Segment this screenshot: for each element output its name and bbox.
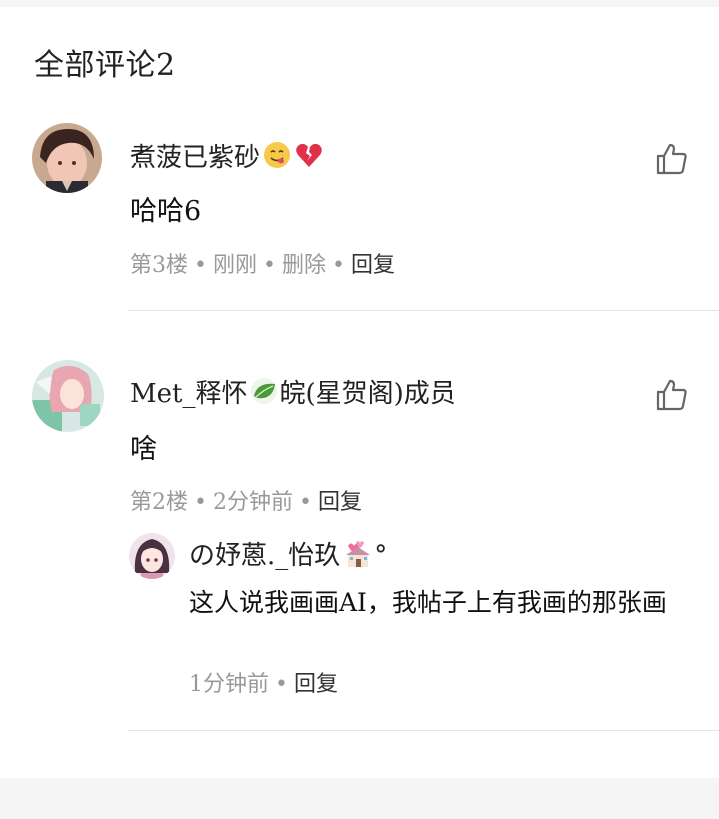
comment-divider <box>128 310 719 311</box>
dot-separator: • <box>263 253 276 278</box>
dot-separator: • <box>194 253 207 278</box>
avatar[interactable] <box>32 360 104 432</box>
leaf-emoji-icon <box>249 376 279 416</box>
comment-divider <box>128 730 719 731</box>
sub-reply-username[interactable]: の妤蒽._怡玖 ° <box>189 538 387 578</box>
time-label: 2分钟前 <box>212 490 293 515</box>
comment-content: 哈哈6 <box>130 196 202 227</box>
comment-meta: 第2楼 • 2分钟前 • 回复 <box>130 488 362 518</box>
dot-separator: • <box>298 490 312 515</box>
time-label: 刚刚 <box>212 253 257 278</box>
floor-label: 第2楼 <box>130 490 188 515</box>
yum-face-emoji-icon <box>262 140 292 180</box>
like-button[interactable] <box>655 142 689 176</box>
wedding-chapel-emoji-icon <box>342 538 374 578</box>
dot-separator: • <box>194 490 207 515</box>
comments-section-title: 全部评论2 <box>34 48 176 83</box>
broken-heart-emoji-icon <box>294 140 324 180</box>
sub-reply-meta: 1分钟前 • 回复 <box>189 670 338 700</box>
thumbs-up-icon <box>656 379 687 411</box>
thumbs-up-icon <box>656 143 687 175</box>
comment-content: 啥 <box>130 434 157 465</box>
avatar[interactable] <box>32 123 102 193</box>
dot-separator: • <box>275 672 288 697</box>
comment-username[interactable]: 煮菠已紫砂 <box>130 140 324 180</box>
reply-button[interactable]: 回复 <box>351 253 395 278</box>
sub-reply-content: 这人说我画画AI，我帖子上有我画的那张画 <box>189 588 667 617</box>
reply-button[interactable]: 回复 <box>294 672 338 697</box>
comment-username[interactable]: Met_释怀 皖(星贺阁)成员 <box>130 376 456 416</box>
sub-reply-avatar[interactable] <box>129 533 175 579</box>
avatar-image-icon <box>32 123 102 193</box>
time-label: 1分钟前 <box>189 672 269 697</box>
group-label: 皖(星贺阁)成员 <box>279 379 456 409</box>
reply-button[interactable]: 回复 <box>318 490 362 515</box>
like-button[interactable] <box>655 378 689 412</box>
comment-meta: 第3楼 • 刚刚 • 删除 • 回复 <box>130 251 395 281</box>
delete-button[interactable]: 删除 <box>282 253 326 278</box>
dot-separator: • <box>332 253 345 278</box>
floor-label: 第3楼 <box>130 253 188 278</box>
avatar-image-icon <box>32 360 104 432</box>
avatar-image-icon <box>129 533 175 579</box>
